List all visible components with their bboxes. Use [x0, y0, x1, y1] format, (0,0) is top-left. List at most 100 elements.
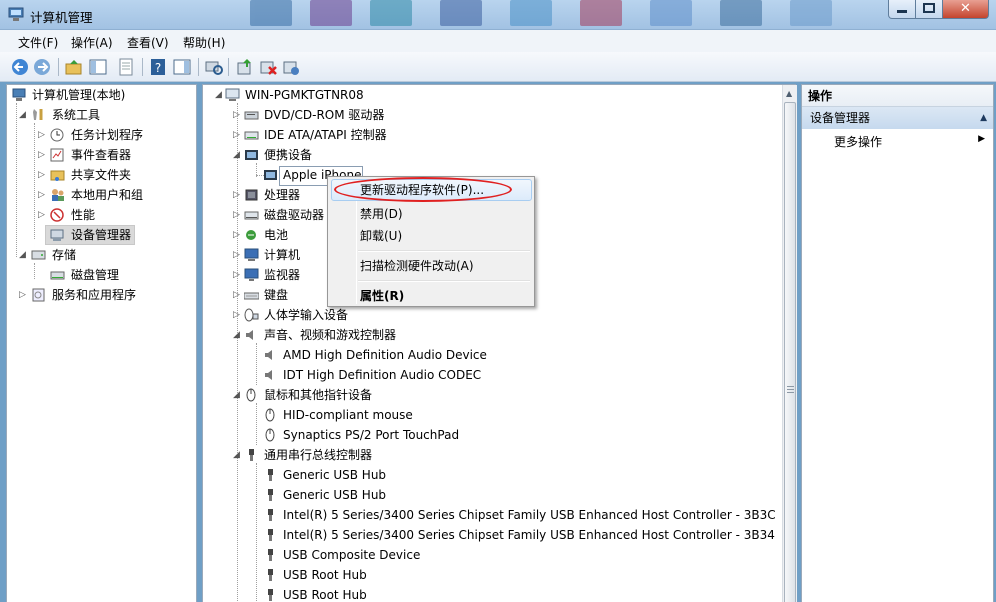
collapse-up-icon[interactable]: ▲ — [980, 107, 987, 129]
device-usb-composite[interactable]: USB Composite Device — [203, 545, 778, 565]
close-button[interactable]: ✕ — [942, 0, 989, 19]
device-category-dvd[interactable]: ▷ DVD/CD-ROM 驱动器 — [203, 105, 778, 125]
expand-arrow-icon[interactable]: ▷ — [38, 145, 47, 165]
back-icon[interactable] — [10, 57, 30, 77]
device-amd-audio[interactable]: AMD High Definition Audio Device — [203, 345, 778, 365]
annotation-highlight-ellipse — [334, 177, 512, 202]
device-intel-3b34[interactable]: Intel(R) 5 Series/3400 Series Chipset Fa… — [203, 525, 778, 545]
more-actions-item[interactable]: 更多操作 — [834, 133, 882, 150]
expand-arrow-icon[interactable]: ▷ — [233, 265, 242, 285]
show-hide-action-pane-icon[interactable] — [172, 57, 192, 77]
menu-view[interactable]: 查看(V) — [127, 34, 169, 51]
maximize-button[interactable] — [915, 0, 943, 19]
vertical-scrollbar[interactable]: ▲ — [782, 85, 797, 602]
device-touchpad[interactable]: Synaptics PS/2 Port TouchPad — [203, 425, 778, 445]
up-folder-icon[interactable] — [64, 57, 84, 77]
menu-separator — [358, 280, 530, 282]
expand-arrow-icon[interactable]: ▷ — [38, 205, 47, 225]
expand-arrow-icon[interactable]: ▷ — [233, 225, 242, 245]
scroll-up-icon[interactable]: ▲ — [786, 89, 792, 98]
menu-uninstall[interactable]: 卸载(U) — [360, 227, 402, 244]
menu-help[interactable]: 帮助(H) — [183, 34, 225, 51]
menu-properties[interactable]: 属性(R) — [360, 287, 404, 304]
collapse-arrow-icon[interactable]: ◢ — [233, 445, 242, 465]
tree-item-system-tools[interactable]: ◢ 系统工具 — [7, 105, 192, 125]
device-usb-hub-1[interactable]: Generic USB Hub — [203, 465, 778, 485]
device-root[interactable]: ◢ WIN-PGMKTGTNR08 — [203, 85, 778, 105]
shared-folder-icon — [50, 170, 65, 181]
scroll-thumb[interactable] — [784, 102, 796, 602]
update-driver-icon[interactable] — [235, 57, 255, 77]
minimize-icon — [897, 10, 907, 13]
menu-scan-hardware[interactable]: 扫描检测硬件改动(A) — [360, 257, 474, 274]
tree-item-root[interactable]: 计算机管理(本地) — [7, 85, 192, 105]
device-label: 计算机 — [264, 248, 301, 262]
tree-item-local-users[interactable]: ▷ 本地用户和组 — [7, 185, 192, 205]
menu-disable[interactable]: 禁用(D) — [360, 205, 403, 222]
minimize-button[interactable] — [888, 0, 916, 19]
tree-item-device-manager[interactable]: 设备管理器 — [7, 225, 192, 245]
tree-item-task-scheduler[interactable]: ▷ 任务计划程序 — [7, 125, 192, 145]
speaker-icon — [265, 350, 272, 360]
collapse-arrow-icon[interactable]: ◢ — [19, 105, 28, 125]
usb-icon — [268, 489, 273, 501]
device-idt-audio[interactable]: IDT High Definition Audio CODEC — [203, 365, 778, 385]
device-usb-hub-2[interactable]: Generic USB Hub — [203, 485, 778, 505]
expand-arrow-icon[interactable]: ▷ — [233, 245, 242, 265]
tree-item-shared-folders[interactable]: ▷ 共享文件夹 — [7, 165, 192, 185]
device-category-mice[interactable]: ◢ 鼠标和其他指针设备 — [203, 385, 778, 405]
device-label: 声音、视频和游戏控制器 — [264, 328, 397, 342]
export-list-icon[interactable] — [116, 57, 136, 77]
expand-arrow-icon[interactable]: ▷ — [233, 285, 242, 305]
device-intel-3b3c[interactable]: Intel(R) 5 Series/3400 Series Chipset Fa… — [203, 505, 778, 525]
device-category-usb[interactable]: ◢ 通用串行总线控制器 — [203, 445, 778, 465]
tree-item-event-viewer[interactable]: ▷ 事件查看器 — [7, 145, 192, 165]
usb-icon — [268, 469, 273, 481]
tree-item-services-apps[interactable]: ▷ 服务和应用程序 — [7, 285, 192, 305]
show-hide-tree-icon[interactable] — [88, 57, 108, 77]
device-category-ide[interactable]: ▷ IDE ATA/ATAPI 控制器 — [203, 125, 778, 145]
expand-arrow-icon[interactable]: ▷ — [19, 285, 28, 305]
scan-hardware-icon[interactable] — [204, 57, 224, 77]
device-label: USB Root Hub — [283, 568, 367, 582]
collapse-arrow-icon[interactable]: ◢ — [233, 145, 242, 165]
expand-arrow-icon[interactable]: ▷ — [233, 185, 242, 205]
device-label: USB Composite Device — [283, 548, 421, 562]
storage-icon — [31, 250, 46, 260]
expand-arrow-icon[interactable]: ▷ — [233, 305, 242, 325]
collapse-arrow-icon[interactable]: ◢ — [233, 385, 242, 405]
actions-group-device-manager[interactable]: 设备管理器 ▲ — [802, 107, 993, 129]
device-category-hid[interactable]: ▷ 人体学输入设备 — [203, 305, 778, 325]
portable-device-icon — [245, 150, 258, 160]
disable-device-icon[interactable] — [258, 57, 278, 77]
device-label: 电池 — [264, 228, 289, 242]
collapse-arrow-icon[interactable]: ◢ — [233, 325, 242, 345]
device-category-sound[interactable]: ◢ 声音、视频和游戏控制器 — [203, 325, 778, 345]
tree-item-storage[interactable]: ◢ 存储 — [7, 245, 192, 265]
expand-arrow-icon[interactable]: ▷ — [233, 205, 242, 225]
expand-arrow-icon[interactable]: ▷ — [38, 185, 47, 205]
help-icon[interactable]: ? — [148, 57, 168, 77]
tree-item-disk-management[interactable]: 磁盘管理 — [7, 265, 192, 285]
tree-label: 服务和应用程序 — [52, 288, 137, 302]
device-hid-mouse[interactable]: HID-compliant mouse — [203, 405, 778, 425]
device-category-portable[interactable]: ◢ 便携设备 — [203, 145, 778, 165]
menu-action[interactable]: 操作(A) — [71, 34, 113, 51]
menu-file[interactable]: 文件(F) — [18, 34, 58, 51]
expand-arrow-icon[interactable]: ▷ — [233, 105, 242, 125]
collapse-arrow-icon[interactable]: ◢ — [19, 245, 28, 265]
expand-arrow-icon[interactable]: ▷ — [38, 165, 47, 185]
forward-icon[interactable] — [32, 57, 52, 77]
tree-item-performance[interactable]: ▷ 性能 — [7, 205, 192, 225]
mouse-icon — [265, 428, 275, 442]
toolbar: ? — [0, 52, 996, 82]
uninstall-device-icon[interactable] — [281, 57, 301, 77]
device-usb-root-2[interactable]: USB Root Hub — [203, 585, 778, 602]
expand-arrow-icon[interactable]: ▷ — [38, 125, 47, 145]
toolbar-separator — [58, 58, 59, 76]
usb-icon — [268, 529, 273, 541]
device-usb-root-1[interactable]: USB Root Hub — [203, 565, 778, 585]
device-label: AMD High Definition Audio Device — [283, 348, 487, 362]
collapse-arrow-icon[interactable]: ◢ — [215, 85, 224, 105]
expand-arrow-icon[interactable]: ▷ — [233, 125, 242, 145]
